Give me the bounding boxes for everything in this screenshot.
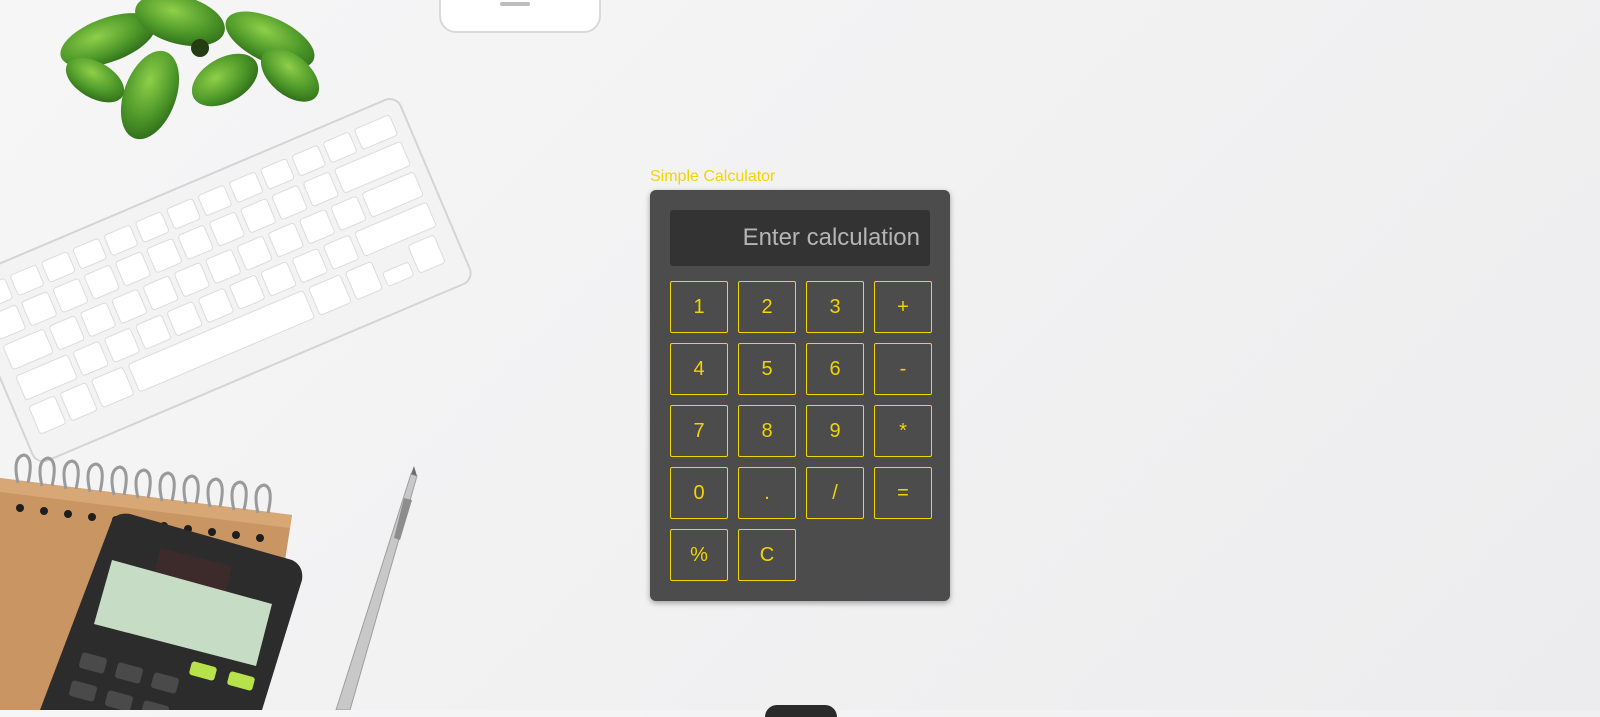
pen-image [335, 466, 418, 710]
key-9-button[interactable]: 9 [806, 405, 864, 457]
keyboard-image [0, 98, 472, 463]
key-add-button[interactable]: + [874, 281, 932, 333]
key-divide-button[interactable]: / [806, 467, 864, 519]
key-3-button[interactable]: 3 [806, 281, 864, 333]
phone-image [439, 0, 601, 33]
key-percent-button[interactable]: % [670, 529, 728, 581]
key-subtract-button[interactable]: - [874, 343, 932, 395]
plant-image [60, 0, 320, 140]
calculator-title: Simple Calculator [650, 168, 776, 185]
key-8-button[interactable]: 8 [738, 405, 796, 457]
key-4-button[interactable]: 4 [670, 343, 728, 395]
key-equals-button[interactable]: = [874, 467, 932, 519]
calculator-panel: 123+456- 789* 0./=%C [650, 190, 950, 601]
calculation-input[interactable] [670, 210, 930, 266]
key-6-button[interactable]: 6 [806, 343, 864, 395]
key-1-button[interactable]: 1 [670, 281, 728, 333]
bottom-object [765, 705, 837, 717]
key-5-button[interactable]: 5 [738, 343, 796, 395]
key-0-button[interactable]: 0 [670, 467, 728, 519]
key-multiply-button[interactable]: * [874, 405, 932, 457]
key-2-button[interactable]: 2 [738, 281, 796, 333]
key-clear-button[interactable]: C [738, 529, 796, 581]
key-decimal-button[interactable]: . [738, 467, 796, 519]
key-7-button[interactable]: 7 [670, 405, 728, 457]
calculator-keypad: 1 2 3 +4 5 6- 7 8 9 * 0. / =% C [670, 281, 932, 581]
